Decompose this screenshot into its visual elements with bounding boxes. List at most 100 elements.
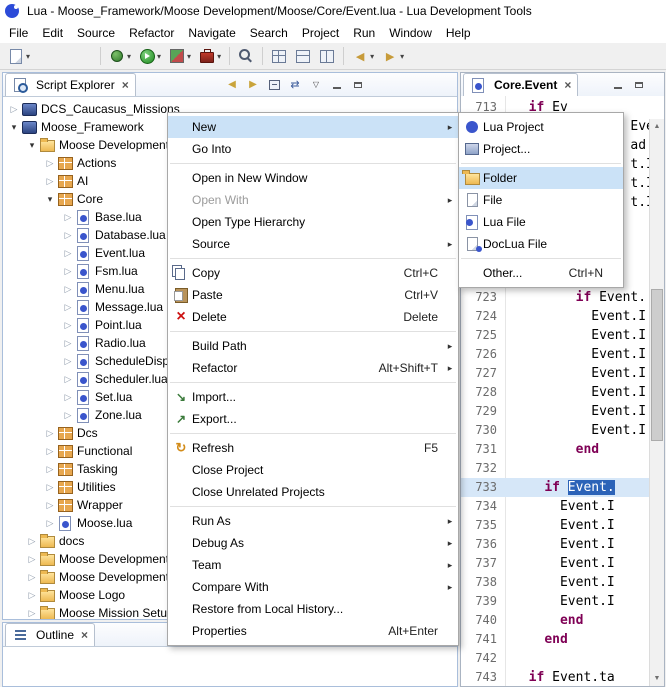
menu-item-project[interactable]: Project... [459, 138, 623, 160]
code-line-733[interactable]: 733 if Event. [461, 478, 649, 497]
menu-item-open-type-hierarchy[interactable]: Open Type Hierarchy [168, 211, 458, 233]
dropdown-arrow-icon[interactable]: ▾ [370, 52, 374, 61]
dropdown-arrow-icon[interactable]: ▾ [157, 52, 161, 61]
code-line-741[interactable]: 741 end [461, 630, 649, 649]
collapsed-arrow-icon[interactable]: ▷ [43, 428, 57, 439]
menu-item-compare-with[interactable]: Compare With▸ [168, 576, 458, 598]
code-line-739[interactable]: 739 Event.I [461, 592, 649, 611]
menu-item-doclua-file[interactable]: DocLua File [459, 233, 623, 255]
expanded-arrow-icon[interactable]: ▾ [25, 140, 39, 151]
code-line-737[interactable]: 737 Event.I [461, 554, 649, 573]
collapsed-arrow-icon[interactable]: ▷ [61, 320, 75, 331]
code-line-730[interactable]: 730 Event.I [461, 421, 649, 440]
view-rows-button[interactable] [292, 45, 314, 67]
menubar-run[interactable]: Run [346, 23, 382, 43]
menu-item-other[interactable]: Other...Ctrl+N [459, 262, 623, 284]
view-menu-icon[interactable] [309, 78, 323, 92]
menu-item-lua-project[interactable]: Lua Project [459, 116, 623, 138]
tab-core-event[interactable]: Core.Event × [463, 73, 578, 96]
menu-item-import[interactable]: Import... [168, 386, 458, 408]
menu-item-file[interactable]: File [459, 189, 623, 211]
expanded-arrow-icon[interactable]: ▾ [43, 194, 57, 205]
menu-item-properties[interactable]: PropertiesAlt+Enter [168, 620, 458, 642]
code-line-728[interactable]: 728 Event.I [461, 383, 649, 402]
link-with-editor-icon[interactable] [288, 78, 302, 92]
collapsed-arrow-icon[interactable]: ▷ [43, 518, 57, 529]
menu-item-refresh[interactable]: RefreshF5 [168, 437, 458, 459]
minimize-icon[interactable] [611, 78, 625, 92]
menu-item-debug-as[interactable]: Debug As▸ [168, 532, 458, 554]
collapsed-arrow-icon[interactable]: ▷ [25, 572, 39, 583]
collapsed-arrow-icon[interactable]: ▷ [25, 554, 39, 565]
run-button[interactable]: ▾ [136, 45, 164, 67]
collapsed-arrow-icon[interactable]: ▷ [61, 338, 75, 349]
code-line-727[interactable]: 727 Event.I [461, 364, 649, 383]
collapsed-arrow-icon[interactable]: ▷ [61, 284, 75, 295]
new-wizard-button[interactable]: ▾ [5, 45, 33, 67]
code-line-738[interactable]: 738 Event.I [461, 573, 649, 592]
code-line-742[interactable]: 742 [461, 649, 649, 668]
coverage-button[interactable]: ▾ [166, 45, 194, 67]
close-icon[interactable]: × [81, 629, 88, 641]
expanded-arrow-icon[interactable]: ▾ [7, 122, 21, 133]
menubar-navigate[interactable]: Navigate [181, 23, 242, 43]
collapsed-arrow-icon[interactable]: ▷ [43, 158, 57, 169]
code-line-736[interactable]: 736 Event.I [461, 535, 649, 554]
menu-item-copy[interactable]: CopyCtrl+C [168, 262, 458, 284]
menubar-window[interactable]: Window [382, 23, 439, 43]
code-line-732[interactable]: 732 [461, 459, 649, 478]
menu-item-team[interactable]: Team▸ [168, 554, 458, 576]
menu-item-source[interactable]: Source▸ [168, 233, 458, 255]
menu-item-export[interactable]: Export... [168, 408, 458, 430]
close-icon[interactable]: × [122, 79, 129, 91]
menu-item-restore-from-local-history[interactable]: Restore from Local History... [168, 598, 458, 620]
menubar-search[interactable]: Search [243, 23, 295, 43]
collapsed-arrow-icon[interactable]: ▷ [61, 230, 75, 241]
menubar-project[interactable]: Project [295, 23, 346, 43]
dropdown-arrow-icon[interactable]: ▾ [187, 52, 191, 61]
collapsed-arrow-icon[interactable]: ▷ [61, 356, 75, 367]
view-cols-button[interactable] [316, 45, 338, 67]
code-line-729[interactable]: 729 Event.I [461, 402, 649, 421]
collapsed-arrow-icon[interactable]: ▷ [25, 536, 39, 547]
dropdown-arrow-icon[interactable]: ▾ [400, 52, 404, 61]
close-icon[interactable]: × [564, 79, 571, 91]
menubar-source[interactable]: Source [70, 23, 122, 43]
code-line-734[interactable]: 734 Event.I [461, 497, 649, 516]
collapsed-arrow-icon[interactable]: ▷ [43, 464, 57, 475]
back-icon[interactable] [225, 78, 239, 92]
code-line-725[interactable]: 725 Event.I [461, 326, 649, 345]
collapsed-arrow-icon[interactable]: ▷ [61, 302, 75, 313]
collapsed-arrow-icon[interactable]: ▷ [61, 392, 75, 403]
search-button[interactable] [235, 45, 257, 67]
collapsed-arrow-icon[interactable]: ▷ [43, 446, 57, 457]
menu-item-folder[interactable]: Folder [459, 167, 623, 189]
menu-item-refactor[interactable]: RefactorAlt+Shift+T▸ [168, 357, 458, 379]
menubar-file[interactable]: File [2, 23, 35, 43]
dropdown-arrow-icon[interactable]: ▾ [127, 52, 131, 61]
debug-button[interactable]: ▾ [106, 45, 134, 67]
menu-item-delete[interactable]: DeleteDelete [168, 306, 458, 328]
scroll-down-icon[interactable]: ▼ [650, 671, 664, 686]
menubar-help[interactable]: Help [439, 23, 478, 43]
menu-item-close-unrelated-projects[interactable]: Close Unrelated Projects [168, 481, 458, 503]
collapsed-arrow-icon[interactable]: ▷ [61, 374, 75, 385]
external-tools-button[interactable]: ▾ [196, 45, 224, 67]
collapsed-arrow-icon[interactable]: ▷ [61, 212, 75, 223]
dropdown-arrow-icon[interactable]: ▾ [26, 52, 30, 61]
menu-item-paste[interactable]: PasteCtrl+V [168, 284, 458, 306]
menu-item-close-project[interactable]: Close Project [168, 459, 458, 481]
menubar-edit[interactable]: Edit [35, 23, 70, 43]
maximize-icon[interactable] [632, 78, 646, 92]
tab-outline[interactable]: Outline × [5, 623, 95, 646]
menu-item-open-with[interactable]: Open With▸ [168, 189, 458, 211]
forward-button[interactable]: ▾ [379, 45, 407, 67]
collapse-all-icon[interactable] [267, 78, 281, 92]
view-grid-button[interactable] [268, 45, 290, 67]
collapsed-arrow-icon[interactable]: ▷ [61, 410, 75, 421]
code-line-724[interactable]: 724 Event.I [461, 307, 649, 326]
code-line-723[interactable]: 723 if Event. [461, 288, 649, 307]
collapsed-arrow-icon[interactable]: ▷ [25, 608, 39, 619]
editor-scrollbar[interactable]: ▲ ▼ [649, 119, 664, 686]
tab-script-explorer[interactable]: Script Explorer × [5, 73, 136, 96]
